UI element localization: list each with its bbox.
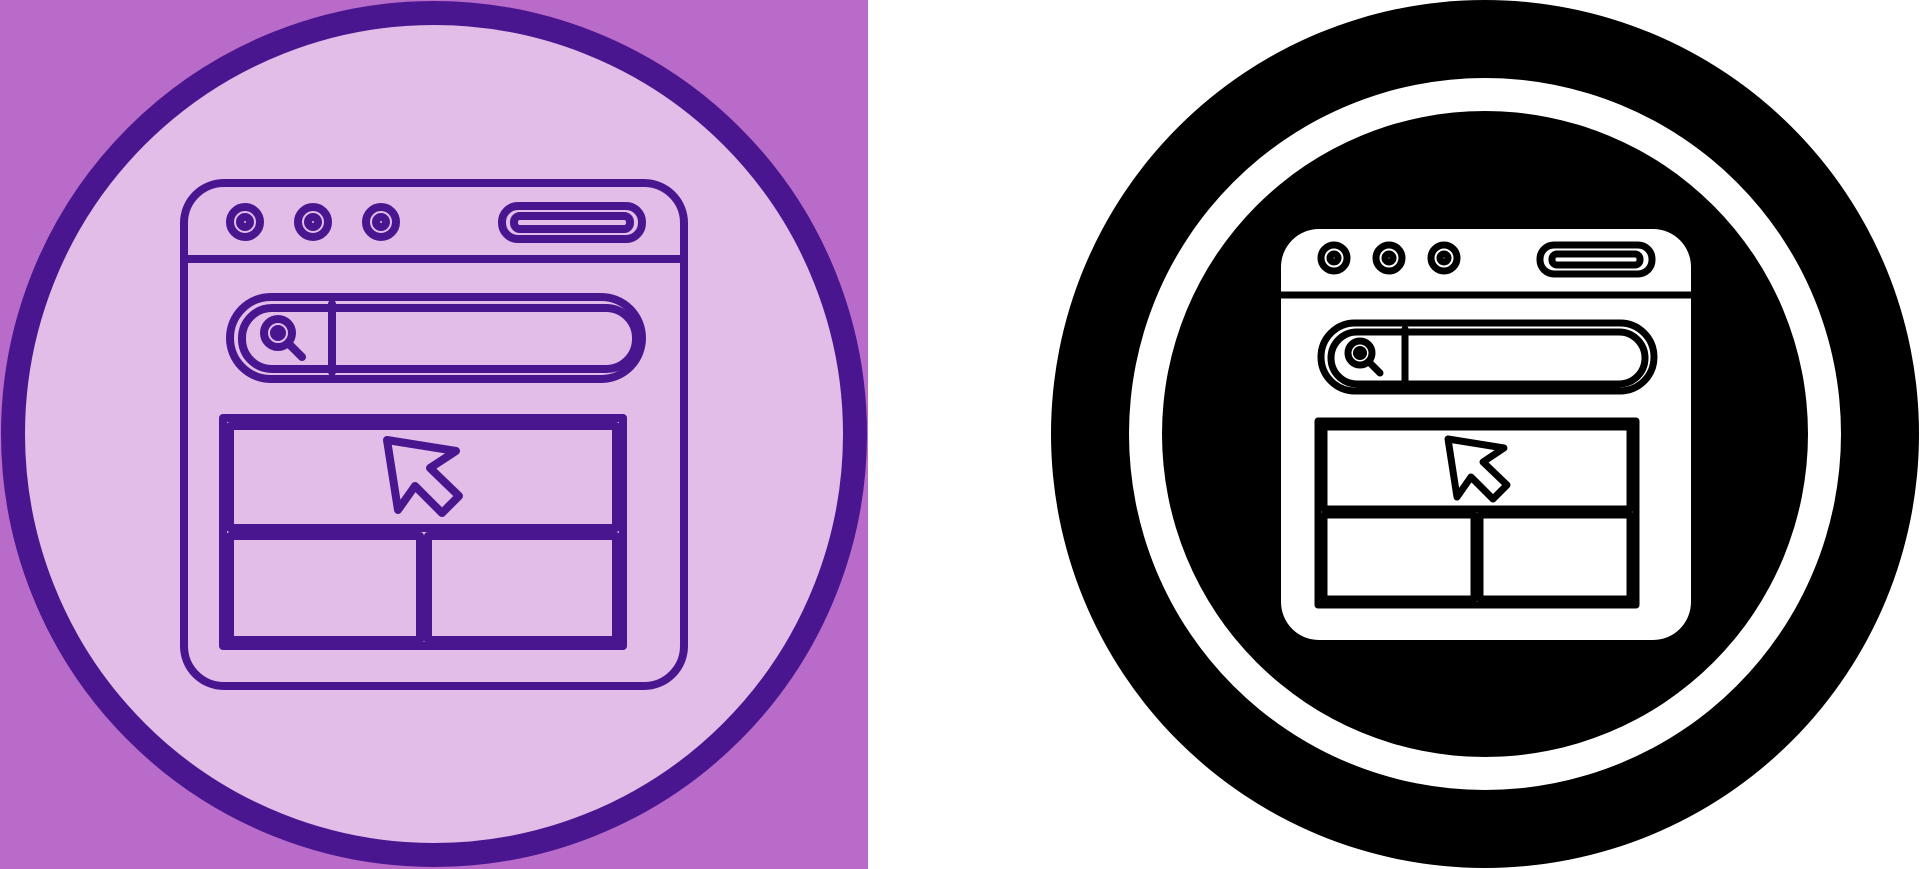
purple-variant bbox=[0, 0, 868, 869]
icon-sheet-canvas bbox=[0, 0, 1919, 869]
black-variant bbox=[1051, 0, 1919, 868]
icon-sheet bbox=[0, 0, 1920, 869]
purple-circle bbox=[1, 1, 867, 867]
